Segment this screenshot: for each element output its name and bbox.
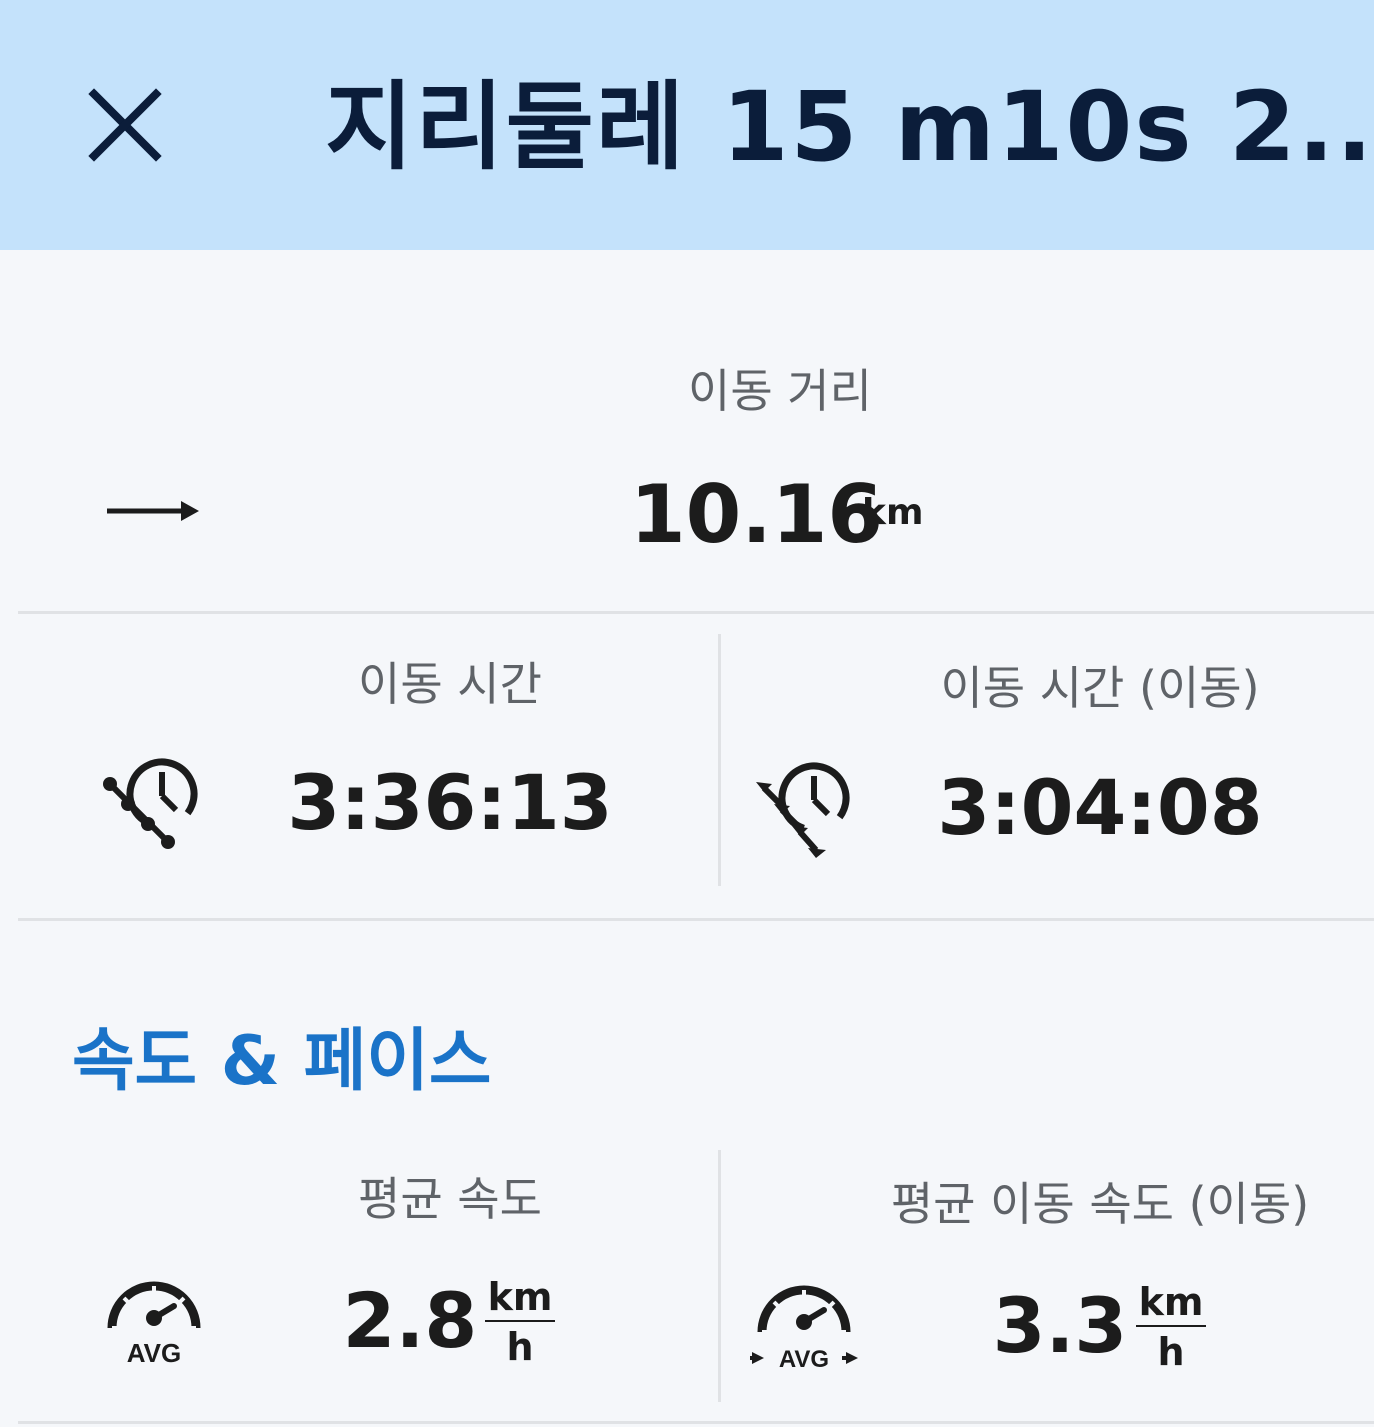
divider	[18, 918, 1374, 921]
divider	[18, 611, 1374, 614]
section-title-speed-pace: 속도 & 페이스	[72, 1022, 492, 1101]
page-title: 지리둘레 15 m10s 2...	[325, 72, 1365, 182]
avg-moving-speed-unit-num: km	[1136, 1281, 1206, 1327]
top-app-bar: 지리둘레 15 m10s 2...	[0, 0, 1374, 250]
avg-speedometer-icon: AVG	[104, 1270, 204, 1374]
avg-moving-speed-label: 평균 이동 속도 (이동)	[890, 1177, 1310, 1231]
avg-speed-value: 2.8	[342, 1276, 478, 1365]
avg-speed-unit-num: km	[485, 1276, 555, 1322]
avg-moving-speed-unit-den: h	[1157, 1330, 1185, 1374]
divider-vertical	[718, 634, 721, 886]
distance-label: 이동 거리	[688, 364, 872, 418]
avg-moving-icon-text: AVG	[779, 1346, 829, 1373]
moving-clock-icon	[752, 756, 856, 866]
distance-unit: km	[862, 492, 924, 533]
distance-value: 10.16	[630, 468, 884, 561]
close-button[interactable]	[80, 80, 172, 172]
avg-speed-unit: km h	[485, 1276, 555, 1368]
divider-vertical	[718, 1150, 721, 1402]
divider	[18, 1421, 1374, 1424]
route-clock-icon	[100, 752, 204, 860]
moving-time-moving-value: 3:04:08	[937, 763, 1263, 852]
avg-speed-unit-den: h	[506, 1325, 534, 1369]
avg-speed-label: 평균 속도	[358, 1172, 542, 1226]
moving-time-moving-label: 이동 시간 (이동)	[940, 661, 1260, 715]
moving-time-value: 3:36:13	[287, 758, 613, 847]
avg-moving-speed-unit: km h	[1136, 1281, 1206, 1373]
close-icon	[88, 88, 162, 162]
avg-icon-text: AVG	[127, 1338, 181, 1368]
avg-moving-speedometer-icon: AVG	[750, 1274, 858, 1378]
moving-time-label: 이동 시간	[358, 657, 542, 711]
avg-moving-speed-value: 3.3	[992, 1281, 1128, 1370]
arrow-right-icon	[105, 493, 201, 533]
